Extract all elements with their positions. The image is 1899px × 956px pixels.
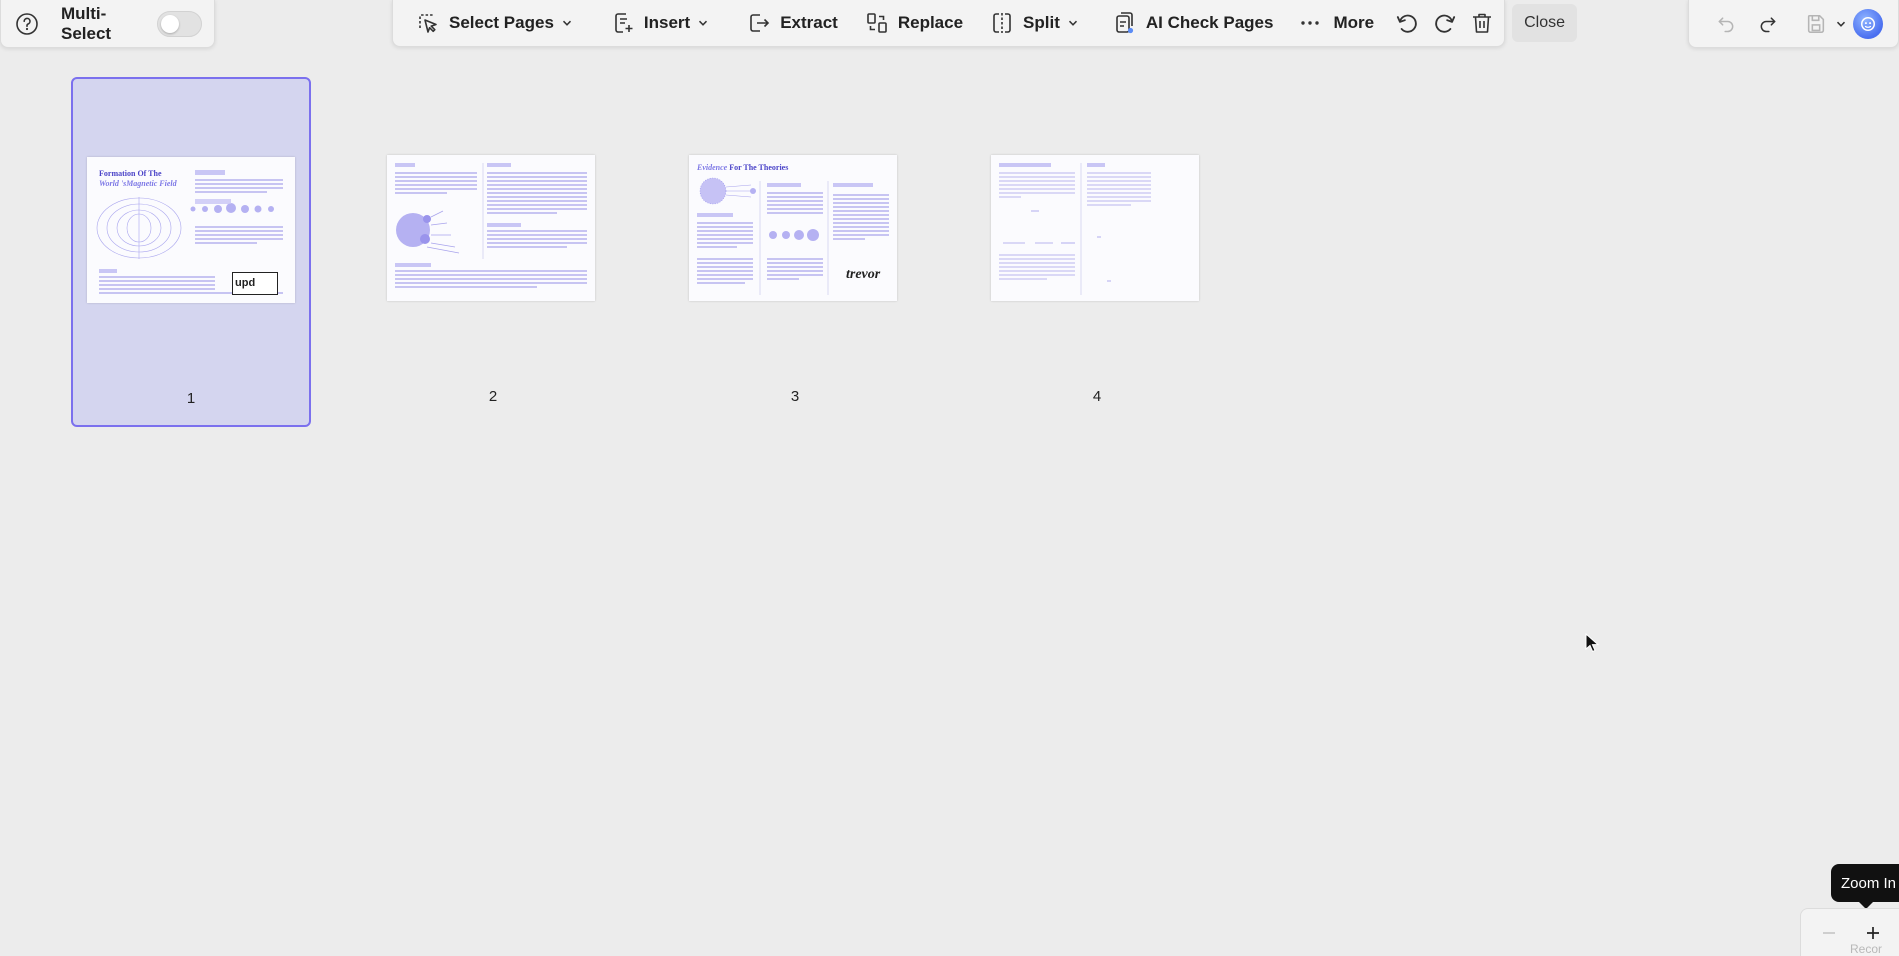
multi-select-panel: Multi-Select — [0, 0, 215, 48]
page-3-title-italic: Evidence — [697, 163, 728, 172]
replace-icon — [864, 10, 890, 36]
page-1-logo: upd — [232, 272, 278, 295]
save-icon[interactable] — [1799, 6, 1833, 42]
chevron-down-icon — [699, 20, 708, 26]
multi-select-toggle[interactable] — [156, 10, 202, 37]
page-1-title-line1: Formation Of The — [99, 169, 162, 178]
plus-icon — [1867, 926, 1879, 939]
insert-page-icon — [610, 10, 636, 36]
page-number-3: 3 — [790, 388, 800, 405]
help-icon[interactable] — [15, 11, 39, 37]
page-number-1: 1 — [186, 390, 196, 407]
extract-button[interactable]: Extract — [736, 5, 848, 41]
toggle-knob — [160, 14, 179, 33]
page-number-2: 2 — [488, 388, 498, 405]
replace-button[interactable]: Replace — [854, 5, 973, 41]
extract-icon — [746, 10, 772, 36]
page-card-2[interactable]: 2 — [373, 77, 613, 427]
page-toolbar: Select Pages Insert Extract Replace Spli… — [392, 0, 1577, 47]
redo-icon[interactable] — [1747, 6, 1789, 42]
page-thumbnail-3: Evidence For The Theories trevor — [689, 155, 897, 301]
undo-icon[interactable] — [1705, 6, 1747, 42]
page-thumbnail-4 — [991, 155, 1199, 301]
multi-select-label: Multi-Select — [61, 3, 112, 43]
page-1-title: Formation Of The World 'sMagnetic Field — [99, 169, 177, 189]
document-actions-panel — [1688, 0, 1899, 48]
zoom-in-tooltip: Zoom In — [1831, 864, 1899, 909]
replace-label: Replace — [897, 13, 964, 32]
split-label: Split — [1023, 13, 1060, 32]
page-card-1[interactable]: Formation Of The World 'sMagnetic Field … — [71, 77, 311, 427]
zoom-subtext: Recor — [1850, 942, 1883, 956]
page-3-signature: trevor — [846, 267, 881, 282]
more-button[interactable]: More — [1287, 5, 1384, 41]
split-icon — [989, 10, 1015, 36]
page-thumbnail-1: Formation Of The World 'sMagnetic Field … — [87, 157, 295, 303]
split-button[interactable]: Split — [979, 5, 1088, 41]
page-1-title-line2: World 'sMagnetic Field — [99, 179, 177, 188]
mouse-cursor-icon — [1585, 633, 1599, 653]
page-thumbnail-2 — [387, 155, 595, 301]
minus-icon — [1823, 931, 1835, 934]
insert-button[interactable]: Insert — [600, 5, 718, 41]
zoom-out-button[interactable] — [1809, 915, 1849, 951]
chevron-down-icon — [562, 20, 571, 26]
insert-label: Insert — [643, 13, 691, 32]
ai-assistant-avatar-icon[interactable] — [1853, 8, 1883, 39]
page-3-title-rest: For The Theories — [727, 163, 789, 172]
trash-icon[interactable] — [1470, 5, 1494, 41]
save-options-chevron-icon[interactable] — [1833, 6, 1849, 42]
page-number-4: 4 — [1092, 388, 1102, 405]
rotate-left-icon[interactable] — [1394, 5, 1420, 41]
more-dots-icon — [1297, 10, 1323, 36]
select-pages-button[interactable]: Select Pages — [405, 5, 582, 41]
select-cursor-icon — [415, 10, 441, 36]
ai-check-pages-button[interactable]: AI Check Pages — [1102, 5, 1284, 41]
more-label: More — [1333, 13, 1375, 32]
page-3-title: Evidence For The Theories — [697, 163, 788, 173]
close-button[interactable]: Close — [1512, 4, 1577, 42]
rotate-right-icon[interactable] — [1432, 5, 1458, 41]
page-2-content-graphic — [395, 163, 587, 288]
ai-check-icon — [1112, 10, 1138, 36]
page-card-3[interactable]: Evidence For The Theories trevor 3 — [675, 77, 915, 427]
select-pages-label: Select Pages — [449, 13, 554, 32]
page-card-4[interactable]: 4 — [977, 77, 1217, 427]
page-4-content-graphic — [999, 163, 1151, 295]
ai-check-pages-label: AI Check Pages — [1145, 13, 1274, 32]
chevron-down-icon — [1068, 20, 1077, 26]
extract-label: Extract — [780, 13, 838, 32]
